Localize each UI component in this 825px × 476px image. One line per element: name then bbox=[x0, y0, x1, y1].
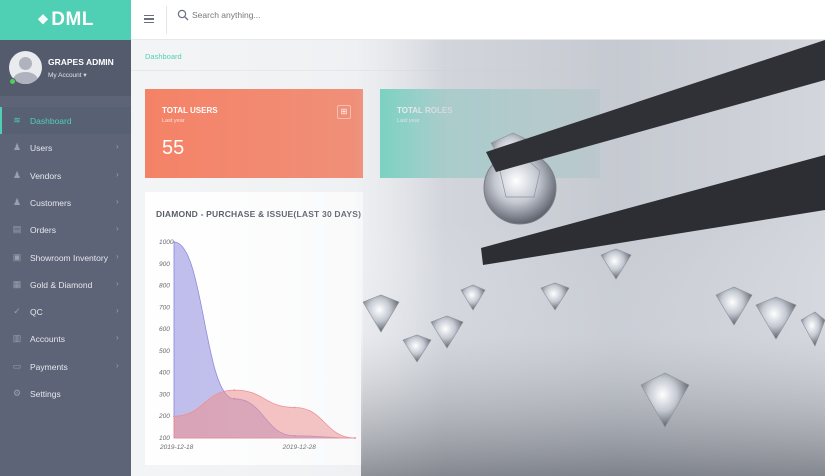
sidebar-item-label: Accounts bbox=[30, 334, 65, 345]
orders-icon: ▤ bbox=[12, 224, 22, 235]
y-tick-label: 500 bbox=[159, 348, 170, 355]
sidebar-item-vendors[interactable]: ♟ Vendors › bbox=[0, 162, 131, 189]
wifi-icon: ≋ bbox=[13, 115, 21, 125]
chevron-right-icon: › bbox=[116, 196, 119, 206]
chevron-right-icon: › bbox=[116, 224, 119, 234]
chart-title: DIAMOND - PURCHASE & ISSUE(LAST 30 DAYS) bbox=[156, 209, 362, 219]
x-tick-label: 2019-12-28 bbox=[282, 444, 317, 451]
sidebar-item-label: QC bbox=[30, 307, 43, 318]
app-logo[interactable]: ❖ DML bbox=[0, 0, 131, 40]
sidebar-item-label: Settings bbox=[30, 389, 61, 399]
sidebar-item-label: Payments bbox=[30, 361, 68, 372]
sidebar-item-accounts[interactable]: ▥ Accounts › bbox=[0, 325, 131, 352]
y-tick-label: 300 bbox=[159, 391, 170, 398]
sidebar-item-label: Showroom Inventory bbox=[30, 252, 108, 263]
sidebar-item-label: Orders bbox=[30, 225, 56, 236]
data-point bbox=[354, 437, 356, 439]
y-tick-label: 700 bbox=[159, 304, 170, 311]
chevron-right-icon: › bbox=[116, 333, 119, 343]
user-name: GRAPES ADMIN bbox=[48, 57, 114, 67]
sidebar-item-users[interactable]: ♟ Users › bbox=[0, 134, 131, 161]
gear-icon: ⚙ bbox=[12, 388, 22, 398]
y-tick-label: 900 bbox=[159, 261, 170, 268]
payments-icon: ▭ bbox=[12, 360, 22, 371]
purchase-issue-chart: 1000 900 800 700 600 500 400 300 200 100 2019-12-1… bbox=[158, 239, 356, 451]
accounts-icon: ▥ bbox=[12, 333, 22, 344]
users-icon: ♟ bbox=[12, 142, 22, 153]
sidebar-item-dashboard[interactable]: ≋ Dashboard bbox=[0, 107, 131, 134]
card-title: TOTAL ROLES bbox=[397, 106, 453, 115]
diamond-logo-icon: ❖ bbox=[37, 12, 50, 27]
vendors-icon: ♟ bbox=[12, 169, 22, 180]
sidebar-item-settings[interactable]: ⚙ Settings bbox=[0, 380, 131, 407]
chevron-right-icon: › bbox=[116, 251, 119, 261]
qc-icon: ✓ bbox=[13, 306, 21, 317]
customers-icon: ♟ bbox=[12, 196, 22, 207]
y-tick-label: 600 bbox=[159, 326, 170, 333]
sidebar-item-qc[interactable]: ✓ QC › bbox=[0, 298, 131, 325]
gold-diamond-icon: ▦ bbox=[12, 278, 22, 289]
sidebar-item-label: Users bbox=[30, 143, 53, 154]
sidebar-item-label: Vendors bbox=[30, 170, 62, 181]
chevron-right-icon: › bbox=[116, 360, 119, 370]
data-point bbox=[173, 415, 175, 418]
sidebar-item-payments[interactable]: ▭ Payments › bbox=[0, 353, 131, 380]
x-tick-label: 2019-12-18 bbox=[159, 444, 194, 451]
cart-icon: ⊞ bbox=[337, 105, 351, 119]
y-tick-label: 1000 bbox=[159, 239, 174, 246]
search-input[interactable] bbox=[192, 8, 492, 22]
sidebar-item-orders[interactable]: ▤ Orders › bbox=[0, 216, 131, 243]
card-title: TOTAL USERS bbox=[162, 106, 218, 115]
divider bbox=[131, 70, 825, 71]
top-bar bbox=[131, 0, 825, 40]
y-tick-label: 100 bbox=[159, 435, 170, 442]
card-subtitle: Last year bbox=[162, 118, 185, 124]
data-point bbox=[233, 389, 236, 391]
total-roles-card[interactable]: TOTAL ROLES Last year bbox=[380, 89, 600, 178]
y-tick-label: 400 bbox=[159, 370, 170, 377]
chevron-right-icon: › bbox=[116, 278, 119, 288]
sidebar-item-gold-diamond[interactable]: ▦ Gold & Diamond › bbox=[0, 271, 131, 298]
hamburger-menu-icon[interactable] bbox=[144, 15, 154, 23]
card-subtitle: Last year bbox=[397, 118, 420, 124]
y-tick-label: 200 bbox=[158, 413, 170, 420]
sidebar-item-label: Dashboard bbox=[30, 116, 72, 126]
chevron-right-icon: › bbox=[116, 306, 119, 316]
sidebar-item-customers[interactable]: ♟ Customers › bbox=[0, 189, 131, 216]
showroom-icon: ▣ bbox=[12, 251, 22, 262]
divider bbox=[166, 6, 167, 34]
search-icon bbox=[177, 9, 189, 21]
chevron-right-icon: › bbox=[116, 142, 119, 152]
sidebar-item-label: Customers bbox=[30, 197, 72, 208]
y-tick-label: 800 bbox=[159, 283, 170, 290]
breadcrumb[interactable]: Dashboard bbox=[145, 52, 182, 61]
online-status-dot bbox=[9, 78, 16, 85]
sidebar-item-label: Gold & Diamond bbox=[30, 279, 93, 290]
my-account-dropdown[interactable]: My Account ▾ bbox=[48, 71, 87, 79]
chevron-right-icon: › bbox=[116, 169, 119, 179]
sidebar-item-showroom-inventory[interactable]: ▣ Showroom Inventory › bbox=[0, 244, 131, 271]
total-users-card[interactable]: TOTAL USERS Last year 55 ⊞ bbox=[145, 89, 363, 178]
data-point bbox=[173, 241, 175, 243]
data-point bbox=[293, 406, 296, 409]
logo-text: DML bbox=[51, 9, 94, 30]
card-value: 55 bbox=[162, 137, 185, 159]
